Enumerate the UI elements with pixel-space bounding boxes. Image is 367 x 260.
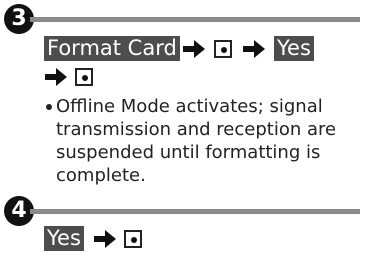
right-arrow-icon <box>243 40 265 58</box>
yes-label: Yes <box>44 226 84 251</box>
right-arrow-icon <box>183 40 205 58</box>
note-bullet <box>46 104 52 110</box>
center-key-icon <box>124 230 142 248</box>
yes-label: Yes <box>274 36 314 61</box>
center-key-icon <box>214 40 232 58</box>
right-arrow-icon <box>45 68 67 86</box>
step-3-divider <box>30 17 360 22</box>
note-line: Offline Mode activates; signal <box>56 96 323 117</box>
center-key-icon <box>75 68 93 86</box>
note-line: suspended until formatting is <box>56 142 321 163</box>
right-arrow-icon <box>94 230 116 248</box>
offline-note: Offline Mode activates; signal transmiss… <box>56 95 361 187</box>
note-line: transmission and reception are <box>56 119 337 140</box>
step-4-divider <box>30 209 360 214</box>
note-line: complete. <box>56 165 146 186</box>
format-card-label: Format Card <box>44 36 180 61</box>
